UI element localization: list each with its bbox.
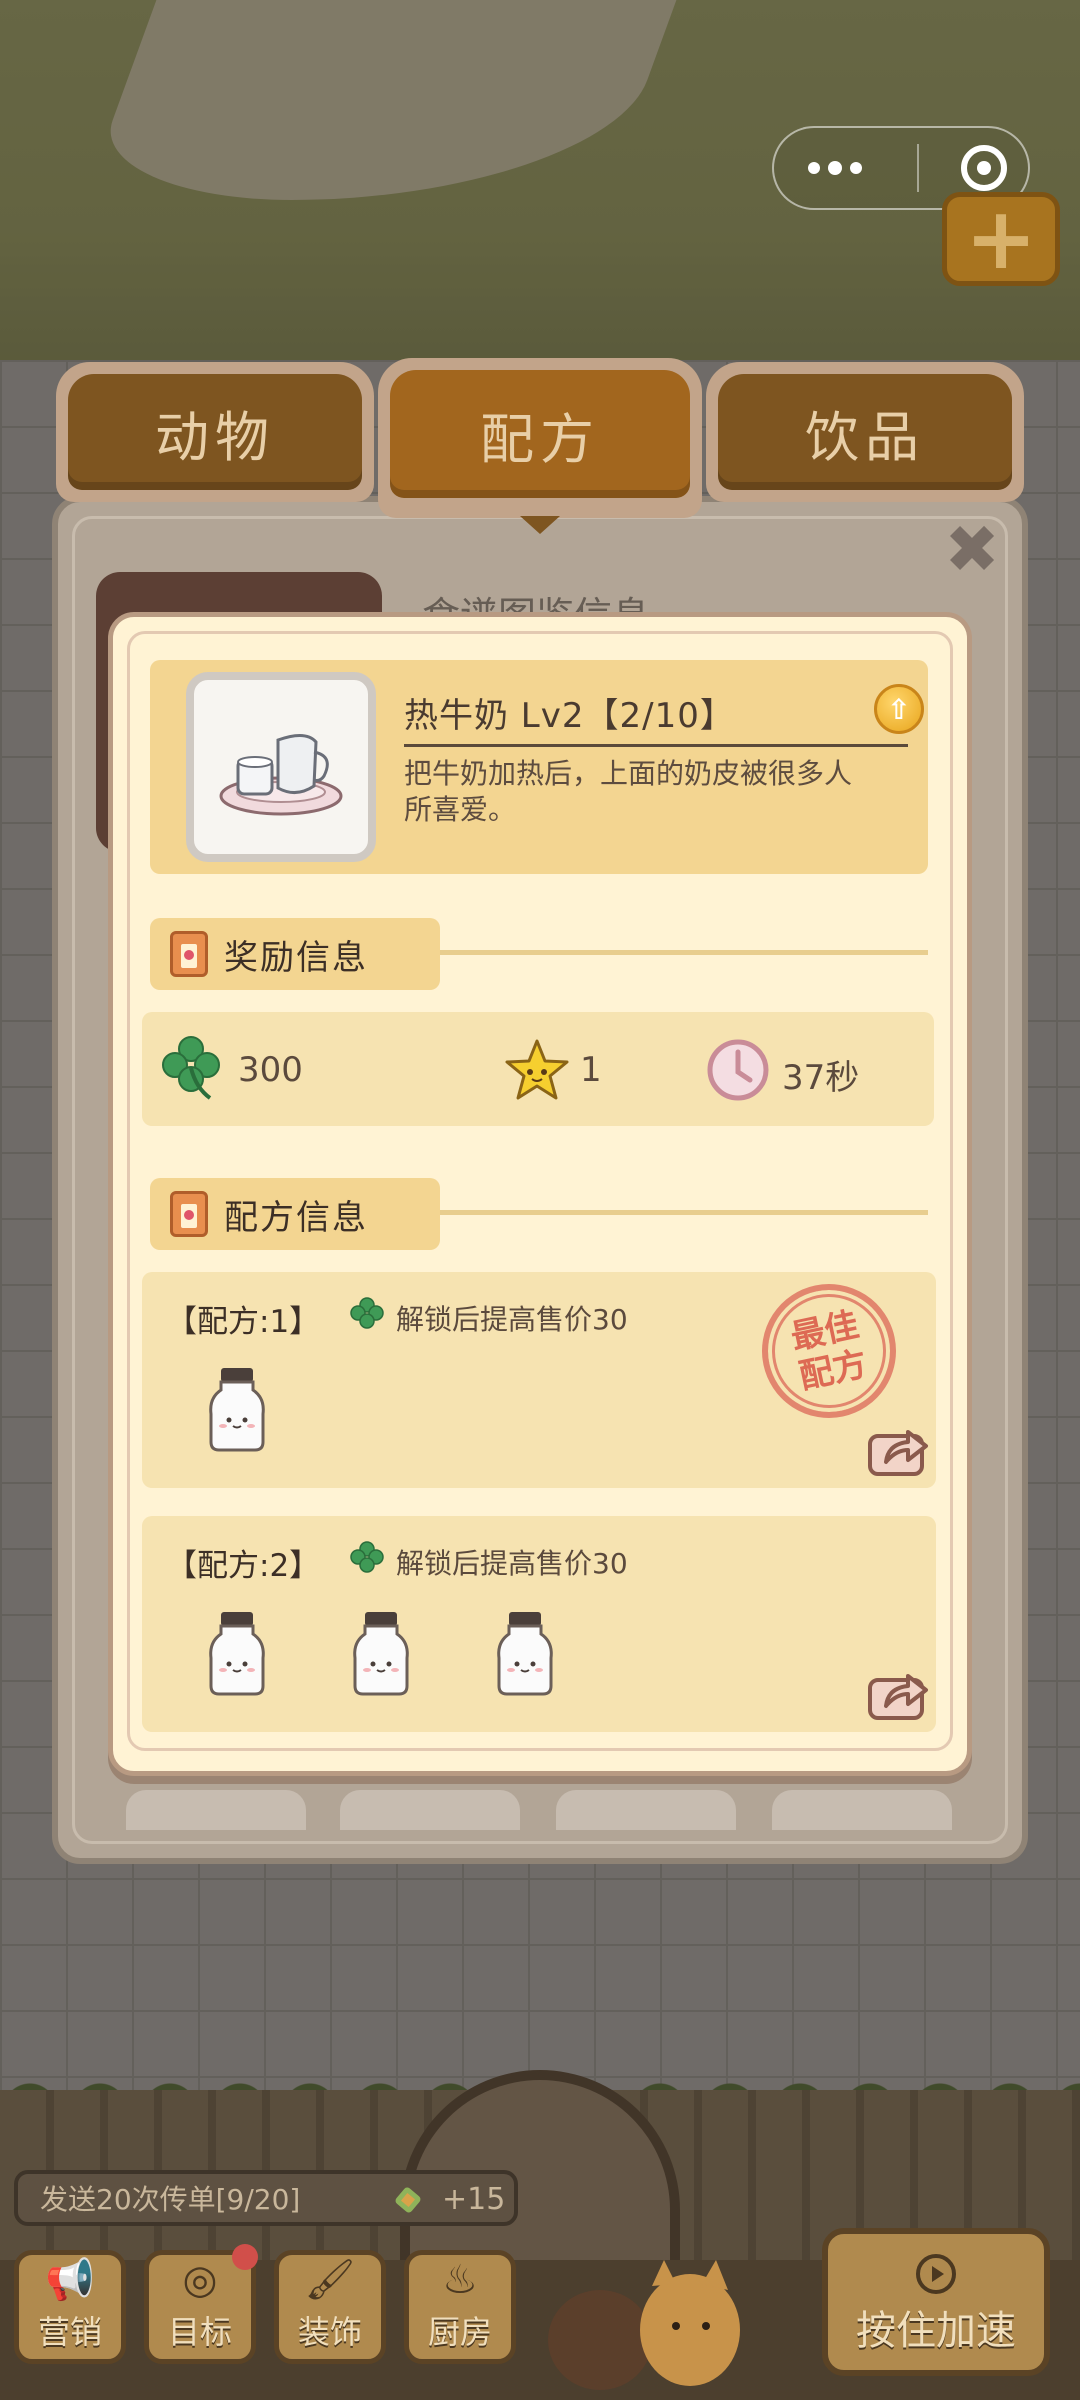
tab-animals[interactable]: 动物 [56, 362, 374, 502]
plus-button[interactable]: + [942, 192, 1060, 286]
clover-icon [350, 1541, 384, 1573]
close-icon[interactable]: ✖ [942, 517, 1002, 583]
clover-reward-value: 300 [238, 1050, 303, 1090]
milk-bottle-icon [353, 1612, 409, 1696]
flyer-reward-value: +15 [442, 2182, 506, 2217]
capsule-divider [917, 144, 919, 192]
recipe-section-header: 配方信息 [150, 1178, 440, 1250]
play-icon [916, 2254, 956, 2294]
decoration-button[interactable]: 🖌 装饰 [274, 2250, 386, 2364]
clipboard-icon [170, 1191, 208, 1237]
target-icon: ◎ [182, 2257, 218, 2303]
megaphone-icon: 📢 [45, 2257, 95, 2303]
star-reward-value: 1 [580, 1050, 602, 1090]
clock-icon [707, 1039, 769, 1101]
background-slot [126, 1790, 306, 1830]
marketing-button[interactable]: 📢 营销 [14, 2250, 126, 2364]
tab-drinks[interactable]: 饮品 [706, 362, 1024, 502]
flyer-task-bar[interactable]: 发送20次传单[9/20] +15 [14, 2170, 518, 2226]
tab-recipe-label: 配方 [390, 370, 690, 498]
item-description: 把牛奶加热后，上面的奶皮被很多人所喜爱。 [404, 757, 853, 826]
background-slot [556, 1790, 736, 1830]
exit-miniprogram-icon[interactable] [961, 145, 1007, 191]
background-slot [772, 1790, 952, 1830]
recipe-2-effect: 解锁后提高售价30 [396, 1547, 628, 1580]
milk-bottle-icon [497, 1612, 553, 1696]
decoration-label: 装饰 [297, 2313, 362, 2351]
cooking-pot-icon: ♨ [442, 2257, 478, 2303]
active-tab-pointer [520, 516, 560, 534]
star-icon [505, 1039, 569, 1100]
recipe-1-effect: 解锁后提高售价30 [396, 1303, 628, 1336]
hot-milk-icon [186, 672, 376, 862]
candy-icon [395, 2187, 421, 2213]
shop-animals-sprite [548, 2260, 740, 2390]
upgrade-icon[interactable]: ⇧ [874, 684, 924, 734]
recipe-1-label: 【配方:1】 [166, 1304, 321, 1340]
tab-drinks-label: 饮品 [718, 374, 1012, 490]
clover-icon [162, 1036, 220, 1100]
tab-recipe[interactable]: 配方 [378, 358, 702, 518]
reward-section-header: 奖励信息 [150, 918, 440, 990]
kitchen-button[interactable]: ♨ 厨房 [404, 2250, 516, 2364]
flyer-task-text: 发送20次传单[9/20] [40, 2183, 301, 2216]
item-name-underline [404, 744, 908, 747]
section-divider [440, 1210, 928, 1215]
marketing-label: 营销 [37, 2313, 102, 2351]
share-button[interactable] [866, 1666, 932, 1722]
recipe-2-label: 【配方:2】 [166, 1548, 321, 1584]
reward-section-title: 奖励信息 [224, 937, 368, 978]
background-slot [340, 1790, 520, 1830]
more-options-icon[interactable] [795, 161, 875, 175]
hold-to-speed-up-button[interactable]: 按住加速 [822, 2228, 1050, 2376]
notification-dot [232, 2244, 258, 2270]
section-divider [440, 950, 928, 955]
item-name: 热牛奶 Lv2【2/10】 [404, 696, 735, 736]
milk-bottle-icon [209, 1368, 265, 1452]
time-reward-value: 37秒 [782, 1058, 860, 1098]
goals-label: 目标 [167, 2313, 232, 2351]
kitchen-label: 厨房 [427, 2313, 492, 2351]
paint-roller-icon: 🖌 [304, 2257, 356, 2303]
recipe-section-title: 配方信息 [224, 1197, 368, 1238]
tab-animals-label: 动物 [68, 374, 362, 490]
clover-icon [350, 1297, 384, 1329]
speed-up-label: 按住加速 [856, 2308, 1016, 2354]
share-button[interactable] [866, 1422, 932, 1478]
clipboard-icon [170, 931, 208, 977]
milk-bottle-icon [209, 1612, 265, 1696]
